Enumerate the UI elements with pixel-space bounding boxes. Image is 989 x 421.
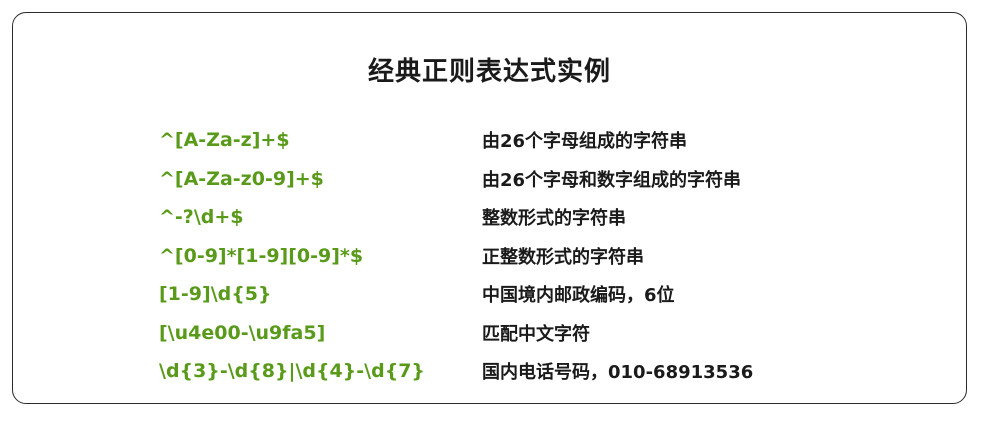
list-item: ^[A-Za-z0-9]+$ 由26个字母和数字组成的字符串 (159, 160, 859, 199)
regex-pattern: \d{3}-\d{8}|\d{4}-\d{7} (159, 360, 425, 383)
regex-pattern: ^[A-Za-z0-9]+$ (159, 167, 324, 190)
regex-description: 正整数形式的字符串 (482, 246, 644, 268)
list-item: \d{3}-\d{8}|\d{4}-\d{7} 国内电话号码，010-68913… (159, 352, 859, 391)
regex-description: 由26个字母和数字组成的字符串 (482, 169, 742, 191)
regex-description: 匹配中文字符 (482, 323, 590, 345)
regex-description: 国内电话号码，010-68913536 (482, 362, 754, 384)
regex-pattern: ^[0-9]*[1-9][0-9]*$ (159, 244, 364, 267)
page-title: 经典正则表达式实例 (367, 57, 611, 87)
regex-examples-card: 经典正则表达式实例 ^[A-Za-z]+$ 由26个字母组成的字符串 ^[A-Z… (12, 12, 967, 404)
list-item: [\u4e00-\u9fa5] 匹配中文字符 (159, 314, 859, 353)
regex-pattern: [\u4e00-\u9fa5] (159, 321, 326, 344)
regex-pattern: ^[A-Za-z]+$ (159, 129, 290, 152)
list-item: [1-9]\d{5} 中国境内邮政编码，6位 (159, 275, 859, 314)
regex-description: 中国境内邮政编码，6位 (482, 285, 675, 307)
regex-pattern: ^-?\d+$ (159, 206, 244, 229)
regex-list: ^[A-Za-z]+$ 由26个字母组成的字符串 ^[A-Za-z0-9]+$ … (159, 121, 859, 391)
regex-description: 由26个字母组成的字符串 (482, 131, 688, 153)
list-item: ^[A-Za-z]+$ 由26个字母组成的字符串 (159, 121, 859, 160)
regex-pattern: [1-9]\d{5} (159, 283, 272, 306)
regex-description: 整数形式的字符串 (482, 208, 626, 230)
list-item: ^-?\d+$ 整数形式的字符串 (159, 198, 859, 237)
list-item: ^[0-9]*[1-9][0-9]*$ 正整数形式的字符串 (159, 237, 859, 276)
